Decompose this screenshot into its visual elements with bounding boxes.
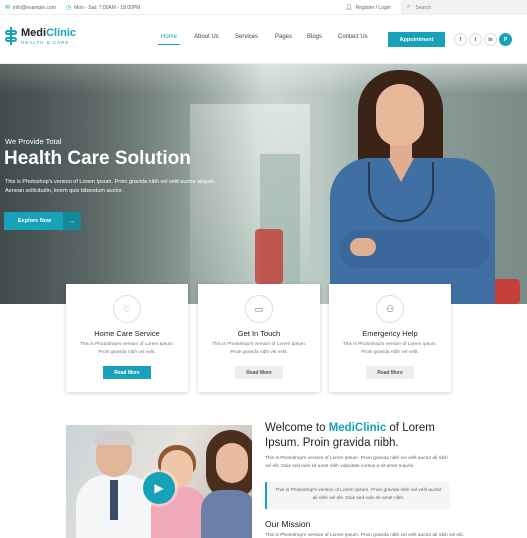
service-text: This is Photoshop's version of Lorem Ips… [342,342,438,355]
welcome-heading: Welcome to MediClinic of Lorem Ipsum. Pr… [265,422,435,449]
explore-now-label: Explore Now [18,218,52,224]
email-contact[interactable]: ✉ info@example.com [5,4,56,12]
linkedin-icon[interactable]: in [484,33,497,46]
nav-blogs[interactable]: Blogs [307,34,322,40]
appointment-button[interactable]: Appointment [388,32,445,47]
top-bar: ✉ info@example.com ◷ Mon - Sat: 7:00AM -… [0,0,527,15]
welcome-quote: This is Photoshop's version of Lorem Ips… [265,482,450,509]
service-card-get-in-touch: ▭ Get In Touch This is Photoshop's versi… [198,284,320,392]
hero-nurse-image [310,70,495,304]
welcome-brand: MediClinic [328,422,387,434]
main-header: MediClinic HEALTH & CARE Home About Us S… [0,15,527,64]
logo-name: MediClinic [21,26,77,39]
welcome-text: This is Photoshop's version of Lorem Ips… [265,456,448,469]
chat-icon: ▭ [245,295,273,323]
caduceus-icon [5,27,17,45]
email-text: info@example.com [13,4,56,11]
clock-icon: ◷ [66,5,72,11]
search-input[interactable]: ⌕ Search [401,0,527,15]
service-card-home-care: ♡ Home Care Service This is Photoshop's … [66,284,188,392]
mail-icon: ✉ [5,5,11,11]
register-login-link[interactable]: 👤︎ Register / Login [345,4,391,12]
read-more-button[interactable]: Read More [235,366,283,379]
hero-subtitle: We Provide Total [5,137,62,146]
service-title: Get In Touch [237,329,281,338]
service-text: This is Photoshop's version of Lorem Ips… [79,342,175,355]
register-login-label: Register / Login [355,4,391,11]
nav-services[interactable]: Services [235,34,258,40]
hero-title: Health Care Solution [4,148,191,169]
read-more-button[interactable]: Read More [103,366,151,379]
mission-heading: Our Mission [265,519,311,529]
nav-pages[interactable]: Pages [275,34,292,40]
opening-hours: ◷ Mon - Sat: 7:00AM - 18:00PM [66,4,141,12]
arrow-right-icon: → [63,212,81,230]
nav-about-us[interactable]: About Us [194,34,219,40]
logo-tagline: HEALTH & CARE [21,39,70,45]
user-icon: 👤︎ [345,5,353,11]
twitter-icon[interactable]: t [469,33,482,46]
mission-text: This is Photoshop's version of Lorem Ips… [265,533,465,538]
heart-pulse-icon: ♡ [113,295,141,323]
play-icon: ▶ [154,481,164,495]
play-video-button[interactable]: ▶ [143,472,175,504]
search-icon: ⌕ [407,4,411,10]
service-title: Emergency Help [362,329,418,338]
service-text: This is Photoshop's version of Lorem Ips… [211,342,307,355]
service-title: Home Care Service [94,329,160,338]
pinterest-icon[interactable]: P [499,33,512,46]
nav-active-indicator [158,44,180,45]
nav-home[interactable]: Home [161,34,177,40]
search-placeholder: Search [415,4,432,11]
explore-now-button[interactable]: Explore Now → [4,212,81,230]
hours-text: Mon - Sat: 7:00AM - 18:00PM [74,4,141,11]
read-more-button[interactable]: Read More [366,366,414,379]
nav-contact-us[interactable]: Contact Us [338,34,368,40]
user-help-icon: ⚇ [376,295,404,323]
facebook-icon[interactable]: f [454,33,467,46]
service-card-emergency-help: ⚇ Emergency Help This is Photoshop's ver… [329,284,451,392]
hero-description: This is Photoshop's version of Lorem Ips… [5,179,215,194]
site-logo[interactable]: MediClinic HEALTH & CARE [5,27,76,45]
